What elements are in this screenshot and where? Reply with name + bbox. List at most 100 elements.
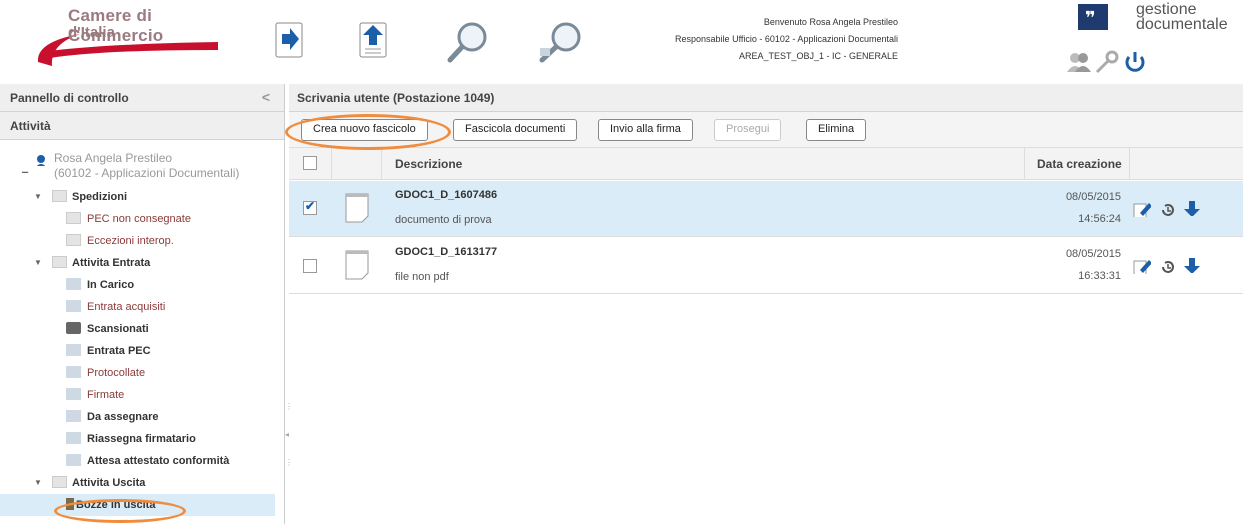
tree-item-firmate[interactable]: Firmate <box>0 384 275 406</box>
tree-user-name: Rosa Angela Prestileo <box>54 151 173 165</box>
tree-item-eccezioni-interop[interactable]: Eccezioni interop. <box>0 230 275 252</box>
document-id[interactable]: GDOC1_D_1613177 <box>395 246 497 258</box>
new-folder-button[interactable]: Crea nuovo fascicolo <box>301 119 428 141</box>
tree-label: Firmate <box>87 389 125 401</box>
scanner-icon <box>66 322 81 334</box>
tree-item-attivita-entrata[interactable]: ▼ Attivita Entrata <box>0 252 275 274</box>
reassign-icon <box>66 432 81 444</box>
document-icon <box>345 250 369 280</box>
gestione-documentale-brand: ❞ gestione documentale <box>1067 0 1243 78</box>
tree-item-attivita-uscita[interactable]: ▼ Attivita Uscita <box>0 472 275 494</box>
protocol-icon <box>66 366 81 378</box>
search-icon[interactable] <box>446 20 492 63</box>
file-documents-button[interactable]: Fascicola documenti <box>453 119 578 141</box>
expand-toggle-icon[interactable]: ▼ <box>34 478 42 487</box>
activity-section-title: Attività <box>10 119 51 133</box>
tree-label: Attesa attestato conformità <box>87 455 230 467</box>
table-row[interactable]: ✔ GDOC1_D_1607486 documento di prova 08/… <box>289 181 1243 237</box>
select-all-checkbox[interactable] <box>303 156 317 170</box>
tree-item-pec-non-consegnate[interactable]: PEC non consegnate <box>0 208 275 230</box>
tree-item-entrata-acquisiti[interactable]: Entrata acquisiti <box>0 296 275 318</box>
tree-item-riassegna-firmatario[interactable]: Riassegna firmatario <box>0 428 275 450</box>
expand-toggle-icon[interactable]: ▼ <box>34 192 42 201</box>
user-icon <box>36 155 46 166</box>
download-icon[interactable] <box>1183 200 1201 216</box>
date-value: 08/05/2015 <box>1065 248 1121 260</box>
tree-label: Spedizioni <box>72 191 127 203</box>
svg-text:❞: ❞ <box>1085 8 1096 29</box>
document-icon <box>345 193 369 223</box>
tree-label: Attivita Entrata <box>72 257 151 269</box>
tree-item-scansionati[interactable]: Scansionati <box>0 318 275 340</box>
activity-section-header[interactable]: Attività <box>0 112 284 140</box>
tree-label: Entrata acquisiti <box>87 301 166 313</box>
inbox-icon <box>66 278 81 290</box>
tree-label: In Carico <box>87 279 135 291</box>
download-icon[interactable] <box>1183 257 1201 273</box>
folder-icon <box>52 190 67 202</box>
row-checkbox[interactable]: ✔ <box>303 199 317 215</box>
camere-commercio-logo: Camere di Commercio d'Italia <box>30 6 250 70</box>
logo-line2: d'Italia <box>68 24 115 41</box>
power-icon[interactable] <box>1122 50 1148 74</box>
brand-text: gestione documentale <box>1136 1 1228 33</box>
creation-date: 08/05/2015 16:33:31 <box>1031 243 1121 287</box>
row-checkbox[interactable] <box>303 259 317 273</box>
tree-label: PEC non consegnate <box>87 213 191 225</box>
control-panel-title: Pannello di controllo <box>10 91 129 105</box>
key-icon[interactable] <box>1094 50 1120 74</box>
advanced-search-icon[interactable] <box>536 20 586 63</box>
history-icon[interactable] <box>1160 259 1178 275</box>
column-created[interactable]: Data creazione <box>1037 157 1122 171</box>
tree-item-attesa-attestato[interactable]: Attesa attestato conformità <box>0 450 275 472</box>
users-icon[interactable] <box>1066 50 1092 74</box>
control-panel: Pannello di controllo < Attività ▁ Rosa … <box>0 84 285 524</box>
document-description: file non pdf <box>395 271 449 283</box>
delete-button[interactable]: Elimina <box>806 119 867 141</box>
area-text: AREA_TEST_OBJ_1 - IC - GENERALE <box>738 51 898 61</box>
table-header: Descrizione Data creazione <box>289 148 1243 180</box>
edit-icon[interactable] <box>1133 201 1151 217</box>
arrow-right-doc-icon[interactable] <box>272 20 308 60</box>
tree-user-node[interactable]: ▁ Rosa Angela Prestileo (60102 - Applica… <box>0 148 275 182</box>
send-to-sign-button[interactable]: Invio alla firma <box>598 119 693 141</box>
time-value: 14:56:24 <box>1078 213 1121 225</box>
tree-item-spedizioni[interactable]: ▼ Spedizioni <box>0 186 275 208</box>
document-description: documento di prova <box>395 214 492 226</box>
tree-item-in-carico[interactable]: In Carico <box>0 274 275 296</box>
folder-icon <box>52 476 67 488</box>
date-value: 08/05/2015 <box>1065 191 1121 203</box>
time-value: 16:33:31 <box>1078 270 1121 282</box>
tree-label: Scansionati <box>87 323 149 335</box>
arrow-up-doc-icon[interactable] <box>356 20 392 60</box>
history-icon[interactable] <box>1160 202 1178 218</box>
control-panel-header: Pannello di controllo < <box>0 84 284 112</box>
user-info: Benvenuto Rosa Angela Prestileo Responsa… <box>675 14 898 65</box>
creation-date: 08/05/2015 14:56:24 <box>1031 186 1121 230</box>
collapse-panel-button[interactable]: < <box>262 89 270 105</box>
column-description[interactable]: Descrizione <box>395 157 462 171</box>
draft-icon <box>66 498 74 510</box>
app-header: Camere di Commercio d'Italia Benvenuto R… <box>0 0 1243 78</box>
desk-title: Scrivania utente (Postazione 1049) <box>289 84 1243 112</box>
user-desk: Scrivania utente (Postazione 1049) Crea … <box>289 84 1243 524</box>
tree-item-da-assegnare[interactable]: Da assegnare <box>0 406 275 428</box>
document-id[interactable]: GDOC1_D_1607486 <box>395 189 497 201</box>
acquired-icon <box>66 300 81 312</box>
edit-icon[interactable] <box>1133 258 1151 274</box>
welcome-text: Benvenuto Rosa Angela Prestileo <box>763 17 898 27</box>
pending-icon <box>66 454 81 466</box>
tree-label: Eccezioni interop. <box>87 235 174 247</box>
tree-label: Bozze in uscita <box>76 499 156 511</box>
tree-label: Da assegnare <box>87 411 159 423</box>
tree-label: Entrata PEC <box>87 345 151 357</box>
brand-line2: documentale <box>1136 16 1228 33</box>
expand-toggle-icon[interactable]: ▼ <box>34 258 42 267</box>
tree-item-protocollate[interactable]: Protocollate <box>0 362 275 384</box>
tree-item-bozze-in-uscita[interactable]: Bozze in uscita <box>0 494 275 516</box>
brand-line1: gestione <box>1136 1 1197 18</box>
logo-bar-icon <box>42 42 218 58</box>
tree-item-entrata-pec[interactable]: Entrata PEC <box>0 340 275 362</box>
table-row[interactable]: GDOC1_D_1613177 file non pdf 08/05/2015 … <box>289 238 1243 294</box>
continue-button[interactable]: Prosegui <box>714 119 782 141</box>
